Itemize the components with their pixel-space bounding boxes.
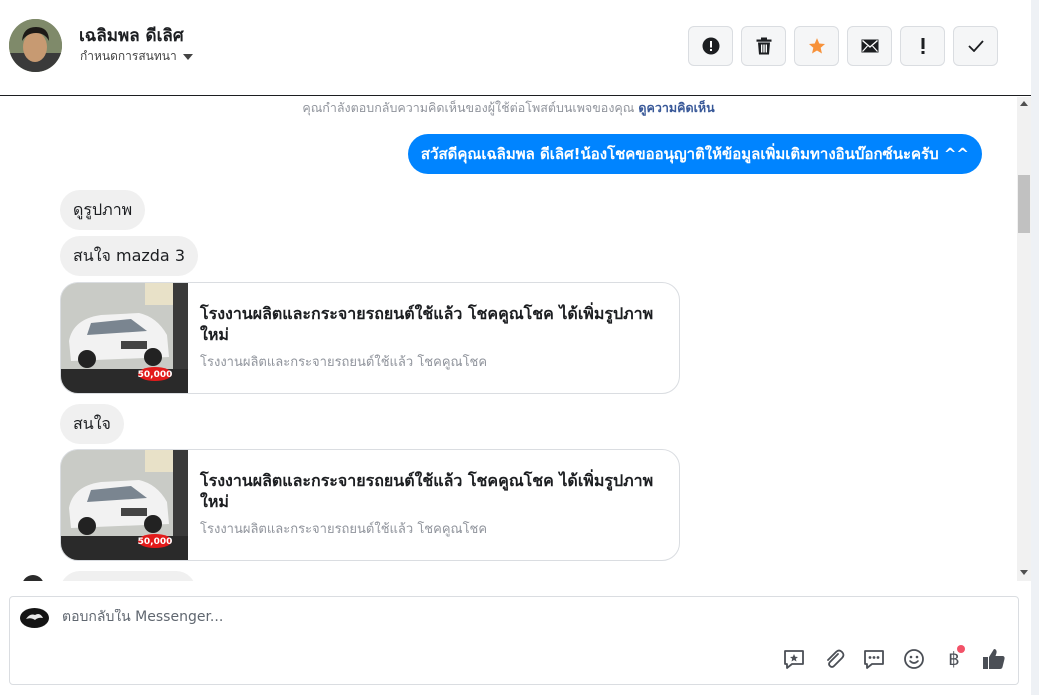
car-thumbnail-image: 50,000 [61, 283, 188, 393]
notice-text: คุณกำลังตอบกลับความคิดเห็นของผู้ใช้ต่อโพ… [302, 100, 635, 115]
emoji-button[interactable] [902, 647, 926, 671]
conversation-header: เฉลิมพล ดีเลิศ กำหนดการสนทนา [0, 0, 1031, 96]
page-logo [20, 608, 49, 628]
incoming-message: ดูรูปภาพ [60, 190, 146, 230]
conversation-toolbar [688, 26, 998, 66]
car-thumbnail-image: 50,000 [61, 450, 188, 560]
message-thread[interactable]: คุณกำลังตอบกลับความคิดเห็นของผู้ใช้ต่อโพ… [0, 97, 1017, 581]
window-edge [1031, 0, 1039, 695]
star-icon [808, 38, 825, 54]
envelope-icon [861, 39, 878, 53]
flag-important-button[interactable] [900, 26, 945, 66]
contact-name[interactable]: เฉลิมพล ดีเลิศ [79, 22, 184, 49]
comment-reply-notice: คุณกำลังตอบกลับความคิดเห็นของผู้ใช้ต่อโพ… [0, 98, 1017, 118]
emoji-icon [904, 649, 924, 669]
report-spam-button[interactable] [688, 26, 733, 66]
exclamation-icon [921, 38, 924, 54]
mark-unread-button[interactable] [847, 26, 892, 66]
card-subtitle: โรงงานผลิตและกระจายรถยนต์ใช้แล้ว โชคคูณโ… [200, 522, 488, 537]
outgoing-message: สวัสดีคุณเฉลิมพล ดีเลิศ!น้องโชคขออนุญาติ… [407, 134, 982, 174]
reply-composer: ฿ [9, 596, 1019, 685]
like-icon [983, 649, 1005, 669]
check-icon [967, 40, 984, 52]
card-title[interactable]: โรงงานผลิตและกระจายรถยนต์ใช้แล้ว โชคคูณโ… [200, 470, 670, 512]
caret-down-icon [182, 54, 193, 60]
attachment-button[interactable] [822, 647, 846, 671]
shared-post-card[interactable]: 50,000 โรงงานผลิตและกระจายรถยนต์ใช้แล้ว … [60, 282, 680, 394]
conversation-settings-dropdown[interactable]: กำหนดการสนทนา [80, 47, 193, 66]
attachment-icon [827, 649, 845, 668]
payment-button[interactable]: ฿ [942, 645, 966, 671]
mark-done-button[interactable] [953, 26, 998, 66]
sender-avatar [22, 575, 44, 581]
incoming-message-partial [60, 571, 196, 581]
saved-reply-button[interactable] [782, 647, 806, 671]
trash-icon [756, 37, 771, 55]
scroll-up-arrow-icon[interactable] [1020, 101, 1028, 106]
reply-input[interactable] [62, 609, 762, 625]
composer-toolbar: ฿ [782, 645, 1006, 671]
scroll-down-arrow-icon[interactable] [1020, 570, 1028, 575]
scrollbar-thumb[interactable] [1018, 175, 1030, 233]
quick-replies-button[interactable] [862, 647, 886, 671]
quick-replies-icon [864, 650, 884, 669]
star-button[interactable] [794, 26, 839, 66]
price-tag: 50,000 [138, 537, 173, 547]
exclamation-circle-icon [702, 37, 719, 55]
conversation-settings-label: กำหนดการสนทนา [80, 49, 177, 63]
message-scrollbar[interactable] [1017, 97, 1031, 581]
like-button[interactable] [982, 647, 1006, 671]
saved-reply-icon [784, 650, 804, 669]
incoming-message: สนใจ [60, 404, 124, 444]
card-subtitle: โรงงานผลิตและกระจายรถยนต์ใช้แล้ว โชคคูณโ… [200, 355, 488, 370]
incoming-message: สนใจ mazda 3 [60, 236, 198, 276]
notification-dot [957, 645, 965, 653]
shared-post-card[interactable]: 50,000 โรงงานผลิตและกระจายรถยนต์ใช้แล้ว … [60, 449, 680, 561]
delete-button[interactable] [741, 26, 786, 66]
view-comment-link[interactable]: ดูความคิดเห็น [638, 100, 714, 115]
card-title[interactable]: โรงงานผลิตและกระจายรถยนต์ใช้แล้ว โชคคูณโ… [200, 303, 670, 345]
contact-avatar[interactable] [9, 19, 62, 72]
price-tag: 50,000 [138, 370, 173, 380]
